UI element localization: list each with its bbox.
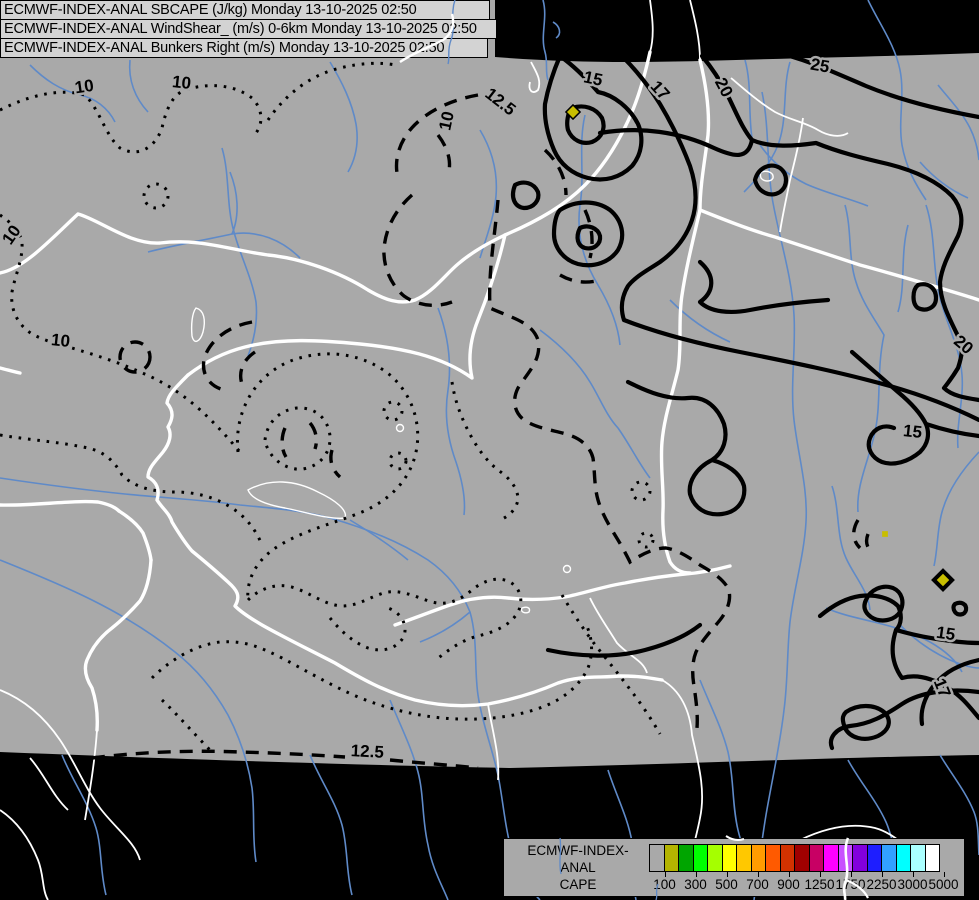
colorbar-cell <box>794 844 810 872</box>
colorbar-cell <box>692 844 708 872</box>
colorbar-cell <box>881 844 897 872</box>
colorbar-cell <box>678 844 694 872</box>
cape-marker-square <box>882 531 888 537</box>
contour-label: 15 <box>902 421 923 442</box>
title-line-windshear: ECMWF-INDEX-ANAL WindShear_ (m/s) 0-6km … <box>0 19 497 39</box>
title-line-bunkers: ECMWF-INDEX-ANAL Bunkers Right (m/s) Mon… <box>0 38 488 58</box>
contour-label: 10 <box>74 76 95 97</box>
title-line-sbcape: ECMWF-INDEX-ANAL SBCAPE (J/kg) Monday 13… <box>0 0 490 20</box>
colorbar-cell <box>823 844 839 872</box>
contour-label: 10 <box>171 72 192 93</box>
contour-label: 12.5 <box>350 741 384 762</box>
colorbar-tick-label: 5000 <box>928 877 959 892</box>
contour-label: 15 <box>582 67 604 90</box>
contour-label: 15 <box>935 623 956 644</box>
colorbar-cell <box>707 844 723 872</box>
weather-map: 10 1010101012.512.51515151717202025 <box>0 0 979 900</box>
contour-label: 25 <box>809 55 831 77</box>
legend-text: ECMWF-INDEX-ANAL CAPE J/kg <box>510 842 646 900</box>
legend-title: ECMWF-INDEX-ANAL <box>527 843 629 875</box>
contour-label: 10 <box>50 330 71 351</box>
colorbar-cell <box>852 844 868 872</box>
contour-label: 10 <box>435 110 458 132</box>
colorbar-cell <box>924 844 940 872</box>
colorbar-cell <box>808 844 824 872</box>
colorbar-cell <box>649 844 665 872</box>
colorbar-cell <box>779 844 795 872</box>
colorbar-cell <box>721 844 737 872</box>
colorbar-cell <box>895 844 911 872</box>
colorbar-cell <box>837 844 853 872</box>
cape-legend: ECMWF-INDEX-ANAL CAPE J/kg 1003005007009… <box>503 838 965 900</box>
weather-map-page: 10 10 10 10 10 12.5 12.5 15 15 15 17 17 20 20 25 ECMWF… <box>0 0 979 900</box>
colorbar-cell <box>866 844 882 872</box>
colorbar-cell <box>750 844 766 872</box>
legend-parameter: CAPE <box>559 877 597 892</box>
colorbar-cell <box>736 844 752 872</box>
legend-units: J/kg <box>510 893 646 900</box>
colorbar-cell <box>663 844 679 872</box>
colorbar-cell <box>765 844 781 872</box>
legend-colorbar: 100 300 500 700 900 1250 1750 2250 3000 5000 <box>649 844 961 892</box>
colorbar-cells <box>649 844 961 872</box>
colorbar-cell <box>910 844 926 872</box>
